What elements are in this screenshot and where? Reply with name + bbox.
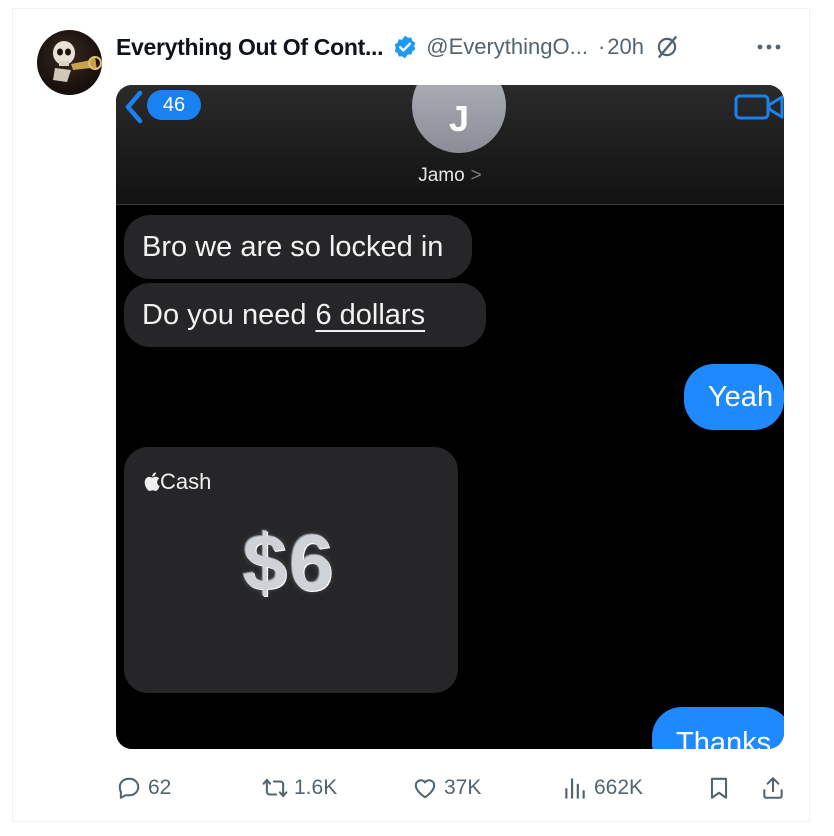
contact-name: Jamo: [418, 165, 465, 186]
post-left-border: [12, 8, 13, 822]
verified-badge-icon[interactable]: [392, 34, 418, 60]
message-text: Bro we are so locked in: [142, 230, 444, 263]
message-link-text: 6 dollars: [315, 298, 426, 331]
imessage-header: 46 J Jamo >: [116, 85, 784, 205]
apple-cash-label: Cash: [144, 469, 211, 495]
share-icon: [763, 777, 783, 799]
author-handle[interactable]: @EverythingO...: [426, 34, 588, 60]
views-count: 662K: [594, 776, 644, 799]
share-button[interactable]: [760, 770, 792, 806]
message-text: Thanks: [676, 727, 772, 749]
reply-button[interactable]: 62: [116, 770, 171, 806]
like-button[interactable]: 37K: [412, 770, 481, 806]
message-text: Yeah: [708, 380, 774, 413]
separator-dot: ·: [597, 34, 606, 59]
post-timestamp[interactable]: 20h: [607, 34, 644, 60]
outgoing-message-bubble: Yeah: [684, 364, 784, 430]
header-divider: [116, 204, 784, 205]
apple-cash-card: Cash $6: [124, 447, 458, 693]
outgoing-message-bubble: Thanks: [652, 707, 784, 749]
incoming-message-bubble: Do you need 6 dollars: [124, 283, 486, 347]
bookmark-button[interactable]: [706, 770, 738, 806]
author-name[interactable]: Everything Out Of Cont...: [116, 34, 384, 61]
post-right-border: [809, 8, 810, 822]
views-button[interactable]: 662K: [562, 770, 643, 806]
post-bottom-border: [12, 821, 810, 822]
back-chevron-icon: [125, 90, 143, 124]
heart-icon: [414, 779, 436, 799]
bookmark-icon: [710, 777, 728, 799]
reply-icon: [118, 777, 140, 799]
author-avatar[interactable]: [37, 30, 102, 95]
contact-name-row: Jamo >: [116, 165, 784, 187]
cash-amount: $6: [242, 518, 336, 607]
reply-count: 62: [148, 776, 172, 799]
post-top-border: [12, 8, 810, 9]
post-header: Everything Out Of Cont... @EverythingO..…: [116, 30, 680, 64]
video-call-icon: [734, 94, 784, 120]
post-media-image[interactable]: 46 J Jamo > Bro we are so locked in Do yo…: [116, 85, 784, 749]
repost-icon: [262, 778, 288, 798]
views-chart-icon: [565, 778, 585, 799]
apple-logo-icon: [144, 472, 160, 491]
more-options-icon[interactable]: [754, 34, 784, 60]
message-text: Do you need: [142, 298, 307, 331]
contact-avatar: J: [412, 85, 506, 153]
repost-button[interactable]: 1.6K: [262, 770, 337, 806]
unread-count-badge: 46: [147, 90, 201, 120]
like-count: 37K: [444, 776, 482, 799]
repost-count: 1.6K: [294, 776, 338, 799]
cash-label-text: Cash: [160, 469, 212, 494]
grok-icon[interactable]: [654, 34, 680, 60]
incoming-message-bubble: Bro we are so locked in: [124, 215, 472, 279]
contact-chevron: >: [470, 165, 482, 186]
post-actions-bar: 62 1.6K 37K 662K: [0, 770, 834, 806]
skeleton-trumpet-image: [53, 41, 102, 82]
